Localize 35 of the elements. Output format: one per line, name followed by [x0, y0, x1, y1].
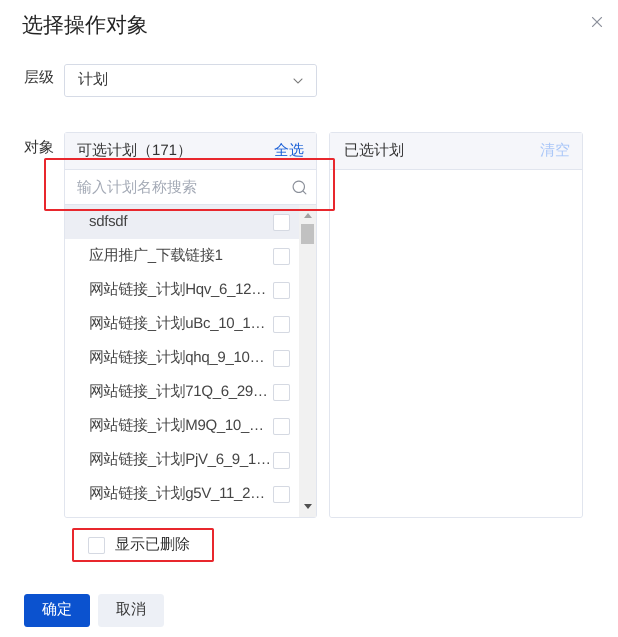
- confirm-button[interactable]: 确定: [24, 594, 90, 627]
- item-checkbox[interactable]: [273, 384, 290, 400]
- item-checkbox[interactable]: [273, 486, 290, 502]
- item-checkbox[interactable]: [273, 452, 290, 468]
- plan-name: 网站链接_计划qhq_9_10…: [89, 348, 264, 368]
- plan-name: sdfsdf: [89, 212, 128, 232]
- field-label: 层级: [23, 68, 55, 88]
- plan-name: 网站链接_计划PjV_6_9_1…: [89, 450, 271, 470]
- item-checkbox[interactable]: [273, 248, 290, 264]
- scroll-up-icon[interactable]: [304, 213, 312, 218]
- scrollbar[interactable]: [299, 205, 316, 517]
- level-select[interactable]: 计划: [64, 64, 317, 97]
- show-deleted-checkbox[interactable]: [88, 536, 105, 554]
- plan-name: 网站链接_计划uBc_10_1…: [89, 314, 266, 334]
- dialog-title: 选择操作对象: [22, 13, 148, 39]
- select-all-link[interactable]: 全选: [274, 140, 304, 162]
- item-checkbox[interactable]: [273, 418, 290, 434]
- plan-name: 网站链接_计划g5V_11_2…: [89, 484, 265, 504]
- panel-title: 已选计划: [344, 140, 404, 161]
- cancel-button[interactable]: 取消: [98, 594, 164, 627]
- checkbox-label: 显示已删除: [115, 534, 190, 555]
- item-checkbox[interactable]: [273, 214, 290, 230]
- plan-name: 网站链接_计划Hqv_6_12…: [89, 280, 266, 300]
- item-checkbox[interactable]: [273, 282, 290, 298]
- item-checkbox[interactable]: [273, 350, 290, 366]
- search-icon[interactable]: [291, 178, 308, 196]
- item-checkbox[interactable]: [273, 316, 290, 332]
- scroll-down-icon[interactable]: [304, 504, 312, 509]
- plan-name: 应用推广_下载链接1: [89, 246, 223, 266]
- plan-name: 网站链接_计划71Q_6_29…: [89, 382, 268, 402]
- panel-title: 可选计划（171）: [77, 140, 192, 161]
- field-label: 对象: [23, 138, 55, 158]
- plan-name: 网站链接_计划M9Q_10_…: [89, 416, 264, 436]
- scrollbar-thumb[interactable]: [301, 224, 314, 244]
- plan-list-item[interactable]: sdfsdf: [65, 205, 299, 239]
